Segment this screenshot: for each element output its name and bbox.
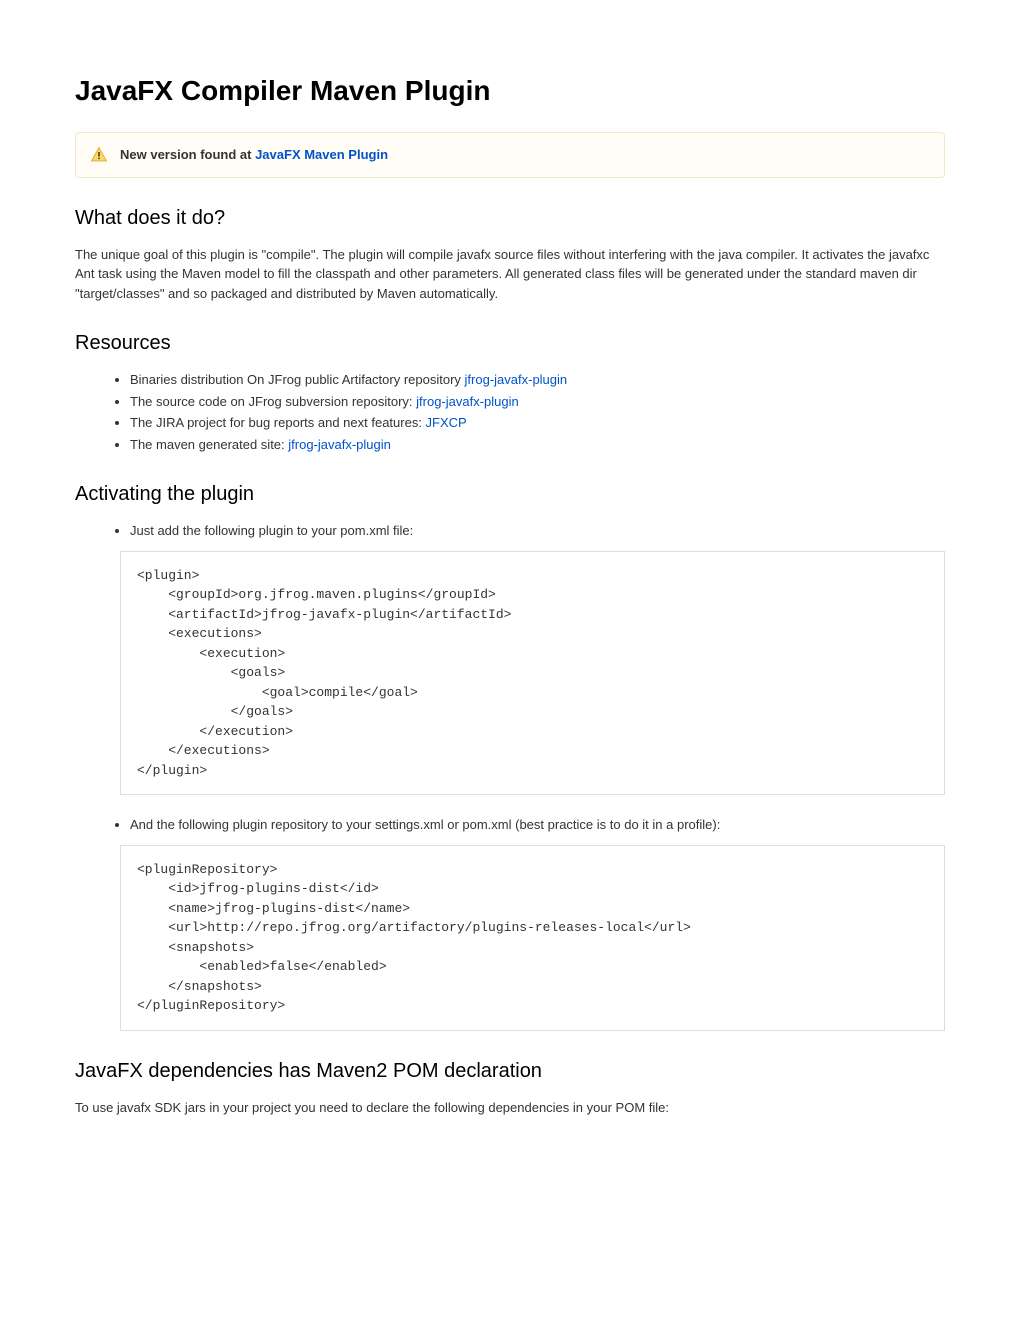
resource-link[interactable]: jfrog-javafx-plugin <box>416 394 519 409</box>
activating-step-1-list: Just add the following plugin to your po… <box>75 521 945 541</box>
resource-text: The source code on JFrog subversion repo… <box>130 394 416 409</box>
info-panel-prefix: New version found at <box>120 147 255 162</box>
heading-what-does-it-do: What does it do? <box>75 203 945 233</box>
activating-step-2-list: And the following plugin repository to y… <box>75 815 945 835</box>
code-block-plugin: <plugin> <groupId>org.jfrog.maven.plugin… <box>120 551 945 796</box>
dependencies-text: To use javafx SDK jars in your project y… <box>75 1098 945 1118</box>
resource-link[interactable]: jfrog-javafx-plugin <box>465 372 568 387</box>
page-title: JavaFX Compiler Maven Plugin <box>75 70 945 112</box>
resources-list: Binaries distribution On JFrog public Ar… <box>75 370 945 454</box>
resource-link[interactable]: jfrog-javafx-plugin <box>288 437 391 452</box>
warning-icon <box>90 146 108 164</box>
heading-activating: Activating the plugin <box>75 479 945 509</box>
list-item: The source code on JFrog subversion repo… <box>130 392 945 412</box>
resource-text: The JIRA project for bug reports and nex… <box>130 415 426 430</box>
list-item: The JIRA project for bug reports and nex… <box>130 413 945 433</box>
resource-link[interactable]: JFXCP <box>426 415 467 430</box>
info-panel-text: New version found at JavaFX Maven Plugin <box>120 145 388 165</box>
resource-text: Binaries distribution On JFrog public Ar… <box>130 372 465 387</box>
list-item: The maven generated site: jfrog-javafx-p… <box>130 435 945 455</box>
info-panel-link[interactable]: JavaFX Maven Plugin <box>255 147 388 162</box>
heading-dependencies: JavaFX dependencies has Maven2 POM decla… <box>75 1056 945 1086</box>
list-item: Binaries distribution On JFrog public Ar… <box>130 370 945 390</box>
heading-resources: Resources <box>75 328 945 358</box>
resource-text: The maven generated site: <box>130 437 288 452</box>
info-panel: New version found at JavaFX Maven Plugin <box>75 132 945 178</box>
list-item: And the following plugin repository to y… <box>130 815 945 835</box>
list-item: Just add the following plugin to your po… <box>130 521 945 541</box>
what-does-it-do-text: The unique goal of this plugin is "compi… <box>75 245 945 304</box>
code-block-repository: <pluginRepository> <id>jfrog-plugins-dis… <box>120 845 945 1031</box>
